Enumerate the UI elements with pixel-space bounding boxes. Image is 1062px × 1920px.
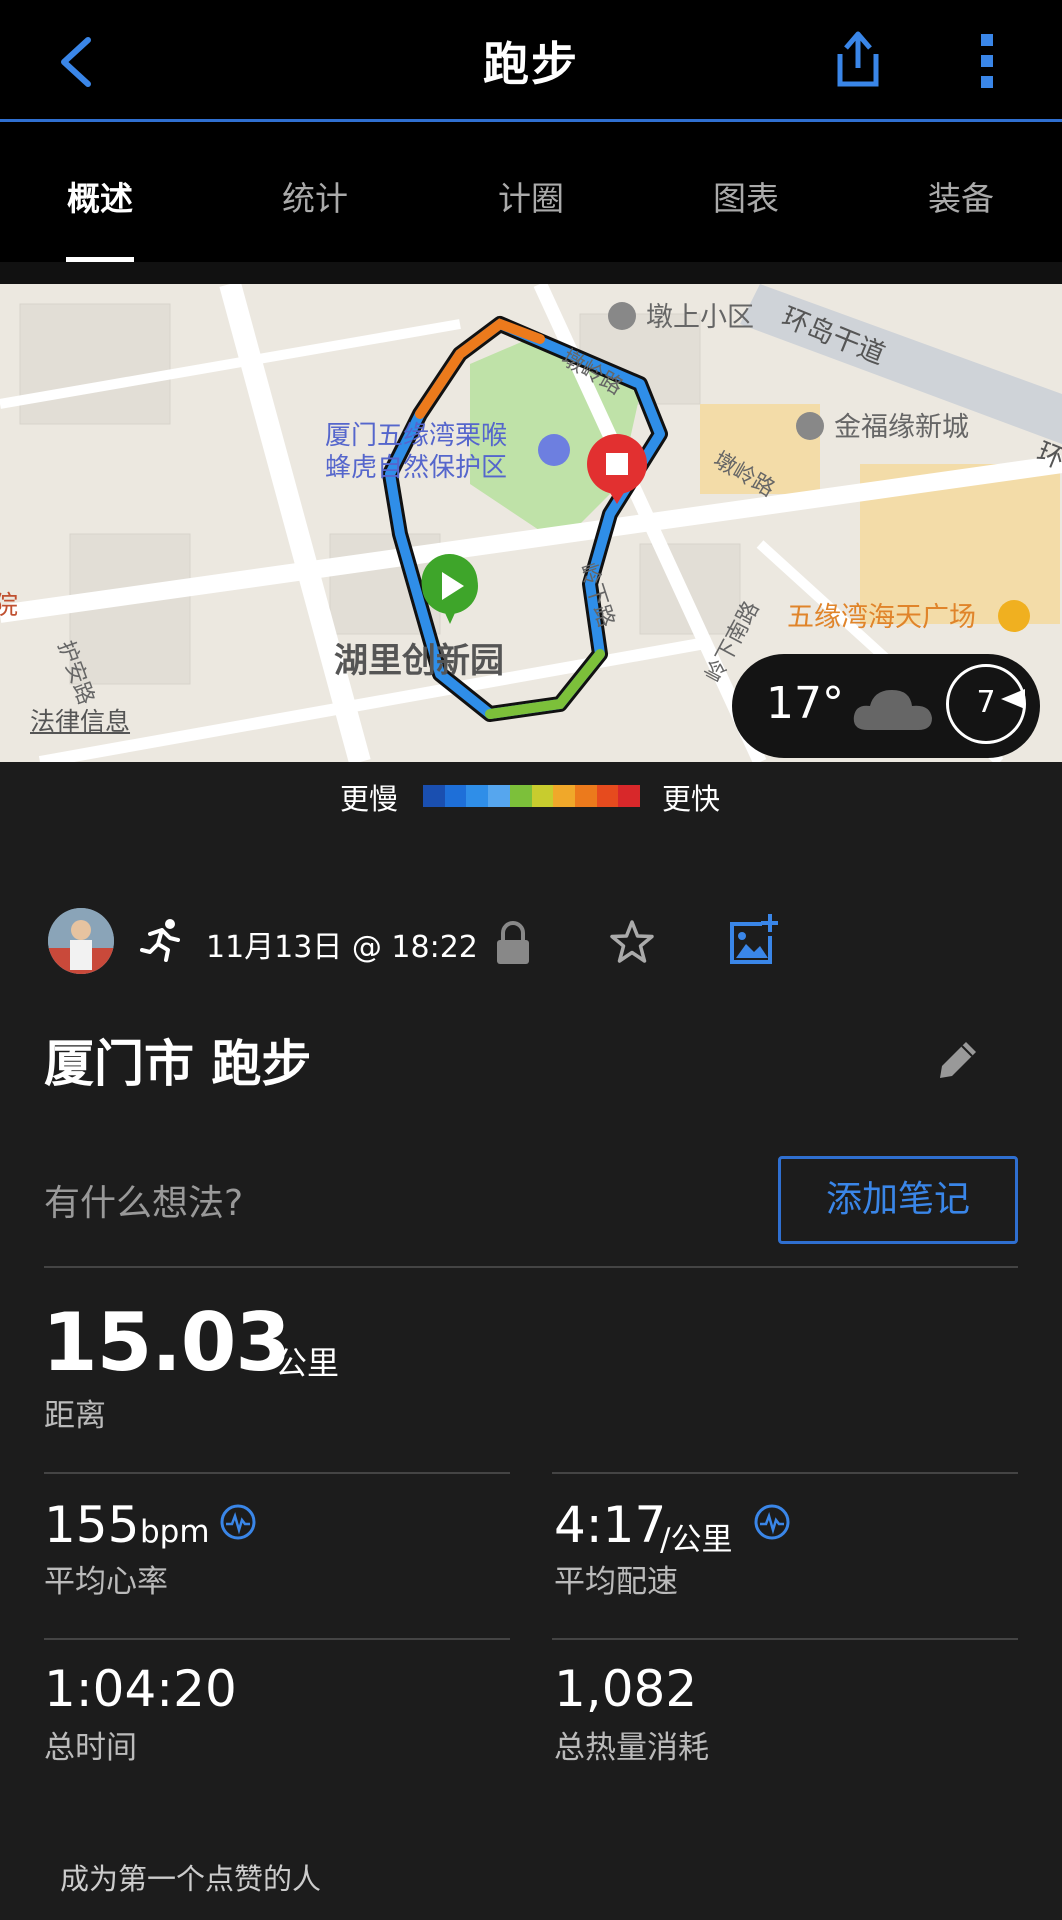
divider xyxy=(0,262,1062,284)
distance-label: 距离 xyxy=(44,1398,106,1434)
pace-color-segment xyxy=(423,785,445,807)
avg-pace-label: 平均配速 xyxy=(554,1564,678,1600)
legend-slower-label: 更慢 xyxy=(340,782,399,816)
svg-text:院: 院 xyxy=(0,590,18,620)
divider xyxy=(44,1472,510,1474)
pace-sensor-icon xyxy=(754,1504,790,1540)
weather-widget: 17° 7 xyxy=(732,654,1040,758)
wind-indicator: 7 xyxy=(946,664,1026,744)
legend-faster-label: 更快 xyxy=(662,782,721,816)
edit-pencil-icon[interactable] xyxy=(938,1040,978,1080)
tab-bar: 概述 统计 计圈 图表 装备 xyxy=(0,122,1062,262)
svg-text:厦门五缘湾栗喉: 厦门五缘湾栗喉 xyxy=(325,420,507,450)
pace-color-segment xyxy=(466,785,489,807)
lock-icon[interactable] xyxy=(494,920,532,966)
activity-datetime: 11月13日 @ 18:22 xyxy=(206,930,478,965)
heart-rate-sensor-icon xyxy=(220,1504,256,1540)
total-time-label: 总时间 xyxy=(44,1730,137,1766)
top-app-bar: 跑步 xyxy=(0,0,1062,122)
legal-info-link[interactable]: 法律信息 xyxy=(30,702,130,738)
add-photo-icon[interactable] xyxy=(728,914,778,966)
wind-direction-icon xyxy=(1001,689,1025,709)
pace-color-segment xyxy=(444,785,467,807)
more-options-icon[interactable] xyxy=(975,32,999,90)
calories-value: 1,082 xyxy=(554,1660,698,1718)
pace-color-segment xyxy=(618,785,641,807)
avatar[interactable] xyxy=(48,908,114,974)
cloud-icon xyxy=(853,690,932,730)
divider xyxy=(44,1638,510,1640)
pace-color-segment xyxy=(509,785,532,807)
running-icon xyxy=(140,919,180,962)
pace-color-segment xyxy=(596,785,619,807)
activity-title: 厦门市 跑步 xyxy=(44,1035,312,1093)
pace-color-bar xyxy=(423,785,641,807)
divider xyxy=(44,1266,1018,1268)
pace-color-segment xyxy=(553,785,575,807)
distance-unit: 公里 xyxy=(275,1344,340,1382)
divider xyxy=(552,1472,1018,1474)
star-icon[interactable] xyxy=(608,918,656,966)
avatar-image xyxy=(48,908,114,974)
pace-color-segment xyxy=(574,785,597,807)
svg-text:蜂虎自然保护区: 蜂虎自然保护区 xyxy=(325,452,507,482)
avg-pace-value: 4:17 xyxy=(554,1496,667,1554)
like-prompt[interactable]: 成为第一个点赞的人 xyxy=(60,1856,321,1898)
tab-overview[interactable]: 概述 xyxy=(20,172,180,220)
tab-gear[interactable]: 装备 xyxy=(881,172,1041,220)
pace-legend: 更慢 更快 xyxy=(0,776,1062,816)
pace-color-segment xyxy=(488,785,510,807)
avg-heart-rate-label: 平均心率 xyxy=(44,1564,168,1600)
divider xyxy=(552,1638,1018,1640)
page-title: 跑步 xyxy=(483,37,579,91)
calories-label: 总热量消耗 xyxy=(554,1730,709,1766)
distance-value: 15.03 xyxy=(42,1296,291,1389)
svg-text:金福缘新城: 金福缘新城 xyxy=(834,412,969,442)
avg-heart-rate-unit: bpm xyxy=(140,1514,210,1550)
tab-laps[interactable]: 计圈 xyxy=(451,172,611,220)
tab-stats[interactable]: 统计 xyxy=(235,172,395,220)
pace-color-segment xyxy=(531,785,554,807)
avg-pace-unit: /公里 xyxy=(660,1522,733,1558)
svg-text:五缘湾海天广场: 五缘湾海天广场 xyxy=(787,602,976,632)
svg-text:墩上小区: 墩上小区 xyxy=(646,302,754,332)
tab-charts[interactable]: 图表 xyxy=(666,172,826,220)
avg-heart-rate-value: 155 xyxy=(44,1496,140,1554)
temperature: 17° xyxy=(766,678,844,729)
total-time-value: 1:04:20 xyxy=(44,1660,237,1718)
thoughts-input[interactable]: 有什么想法? xyxy=(44,1174,243,1226)
svg-text:湖里创新园: 湖里创新园 xyxy=(334,642,504,680)
add-note-button[interactable]: 添加笔记 xyxy=(778,1156,1018,1244)
share-icon[interactable] xyxy=(830,28,886,90)
